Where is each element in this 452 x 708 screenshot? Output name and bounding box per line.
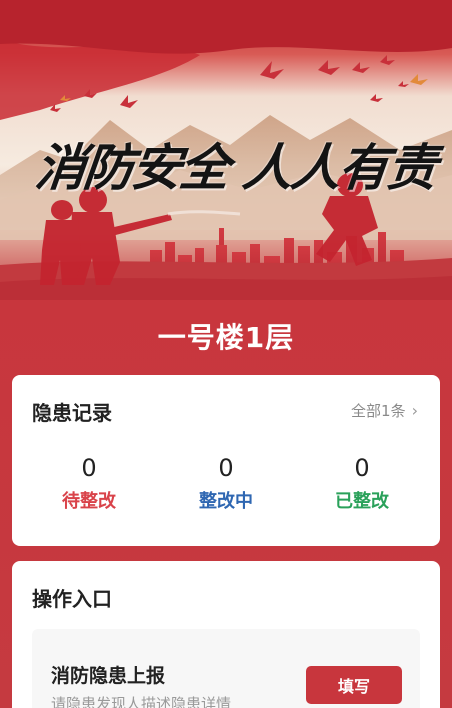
hazard-report-description: 请隐患发现人描述隐患详情: [51, 695, 232, 708]
stat-done-count: 0: [354, 454, 370, 482]
hazard-records-card: 隐患记录 全部1条 › 0 待整改 0 整改中 0 已整改: [12, 375, 440, 546]
hazard-report-item: 消防隐患上报 请隐患发现人描述隐患详情 填写: [32, 629, 420, 708]
fire-safety-banner: 消防安全 人人有责: [0, 0, 452, 300]
fill-report-button[interactable]: 填写: [306, 666, 402, 704]
location-title: 一号楼1层: [157, 321, 295, 354]
stat-done-label: 已整改: [335, 491, 389, 512]
chevron-right-icon: ›: [411, 401, 418, 420]
actions-title: 操作入口: [32, 587, 112, 611]
banner-slogan: 消防安全 人人有责: [32, 138, 439, 197]
stat-pending[interactable]: 0 待整改: [29, 453, 149, 513]
hazard-report-title: 消防隐患上报: [51, 665, 166, 687]
view-all-label: 全部1条: [351, 402, 406, 420]
stat-pending-count: 0: [81, 454, 97, 482]
stat-in-progress[interactable]: 0 整改中: [166, 453, 286, 513]
stat-in-progress-count: 0: [218, 454, 234, 482]
page: 消防安全 人人有责 一号楼1层 隐患记录 全部1条 › 0 待整改 0 整改中 …: [0, 0, 452, 708]
view-all-records-link[interactable]: 全部1条 ›: [351, 400, 418, 421]
hazard-records-title: 隐患记录: [32, 401, 112, 425]
stat-in-progress-label: 整改中: [199, 491, 253, 512]
hazard-stats: 0 待整改 0 整改中 0 已整改: [12, 453, 440, 523]
actions-card: 操作入口 消防隐患上报 请隐患发现人描述隐患详情 填写: [12, 561, 440, 708]
stat-done[interactable]: 0 已整改: [302, 453, 422, 513]
stat-pending-label: 待整改: [62, 491, 116, 512]
